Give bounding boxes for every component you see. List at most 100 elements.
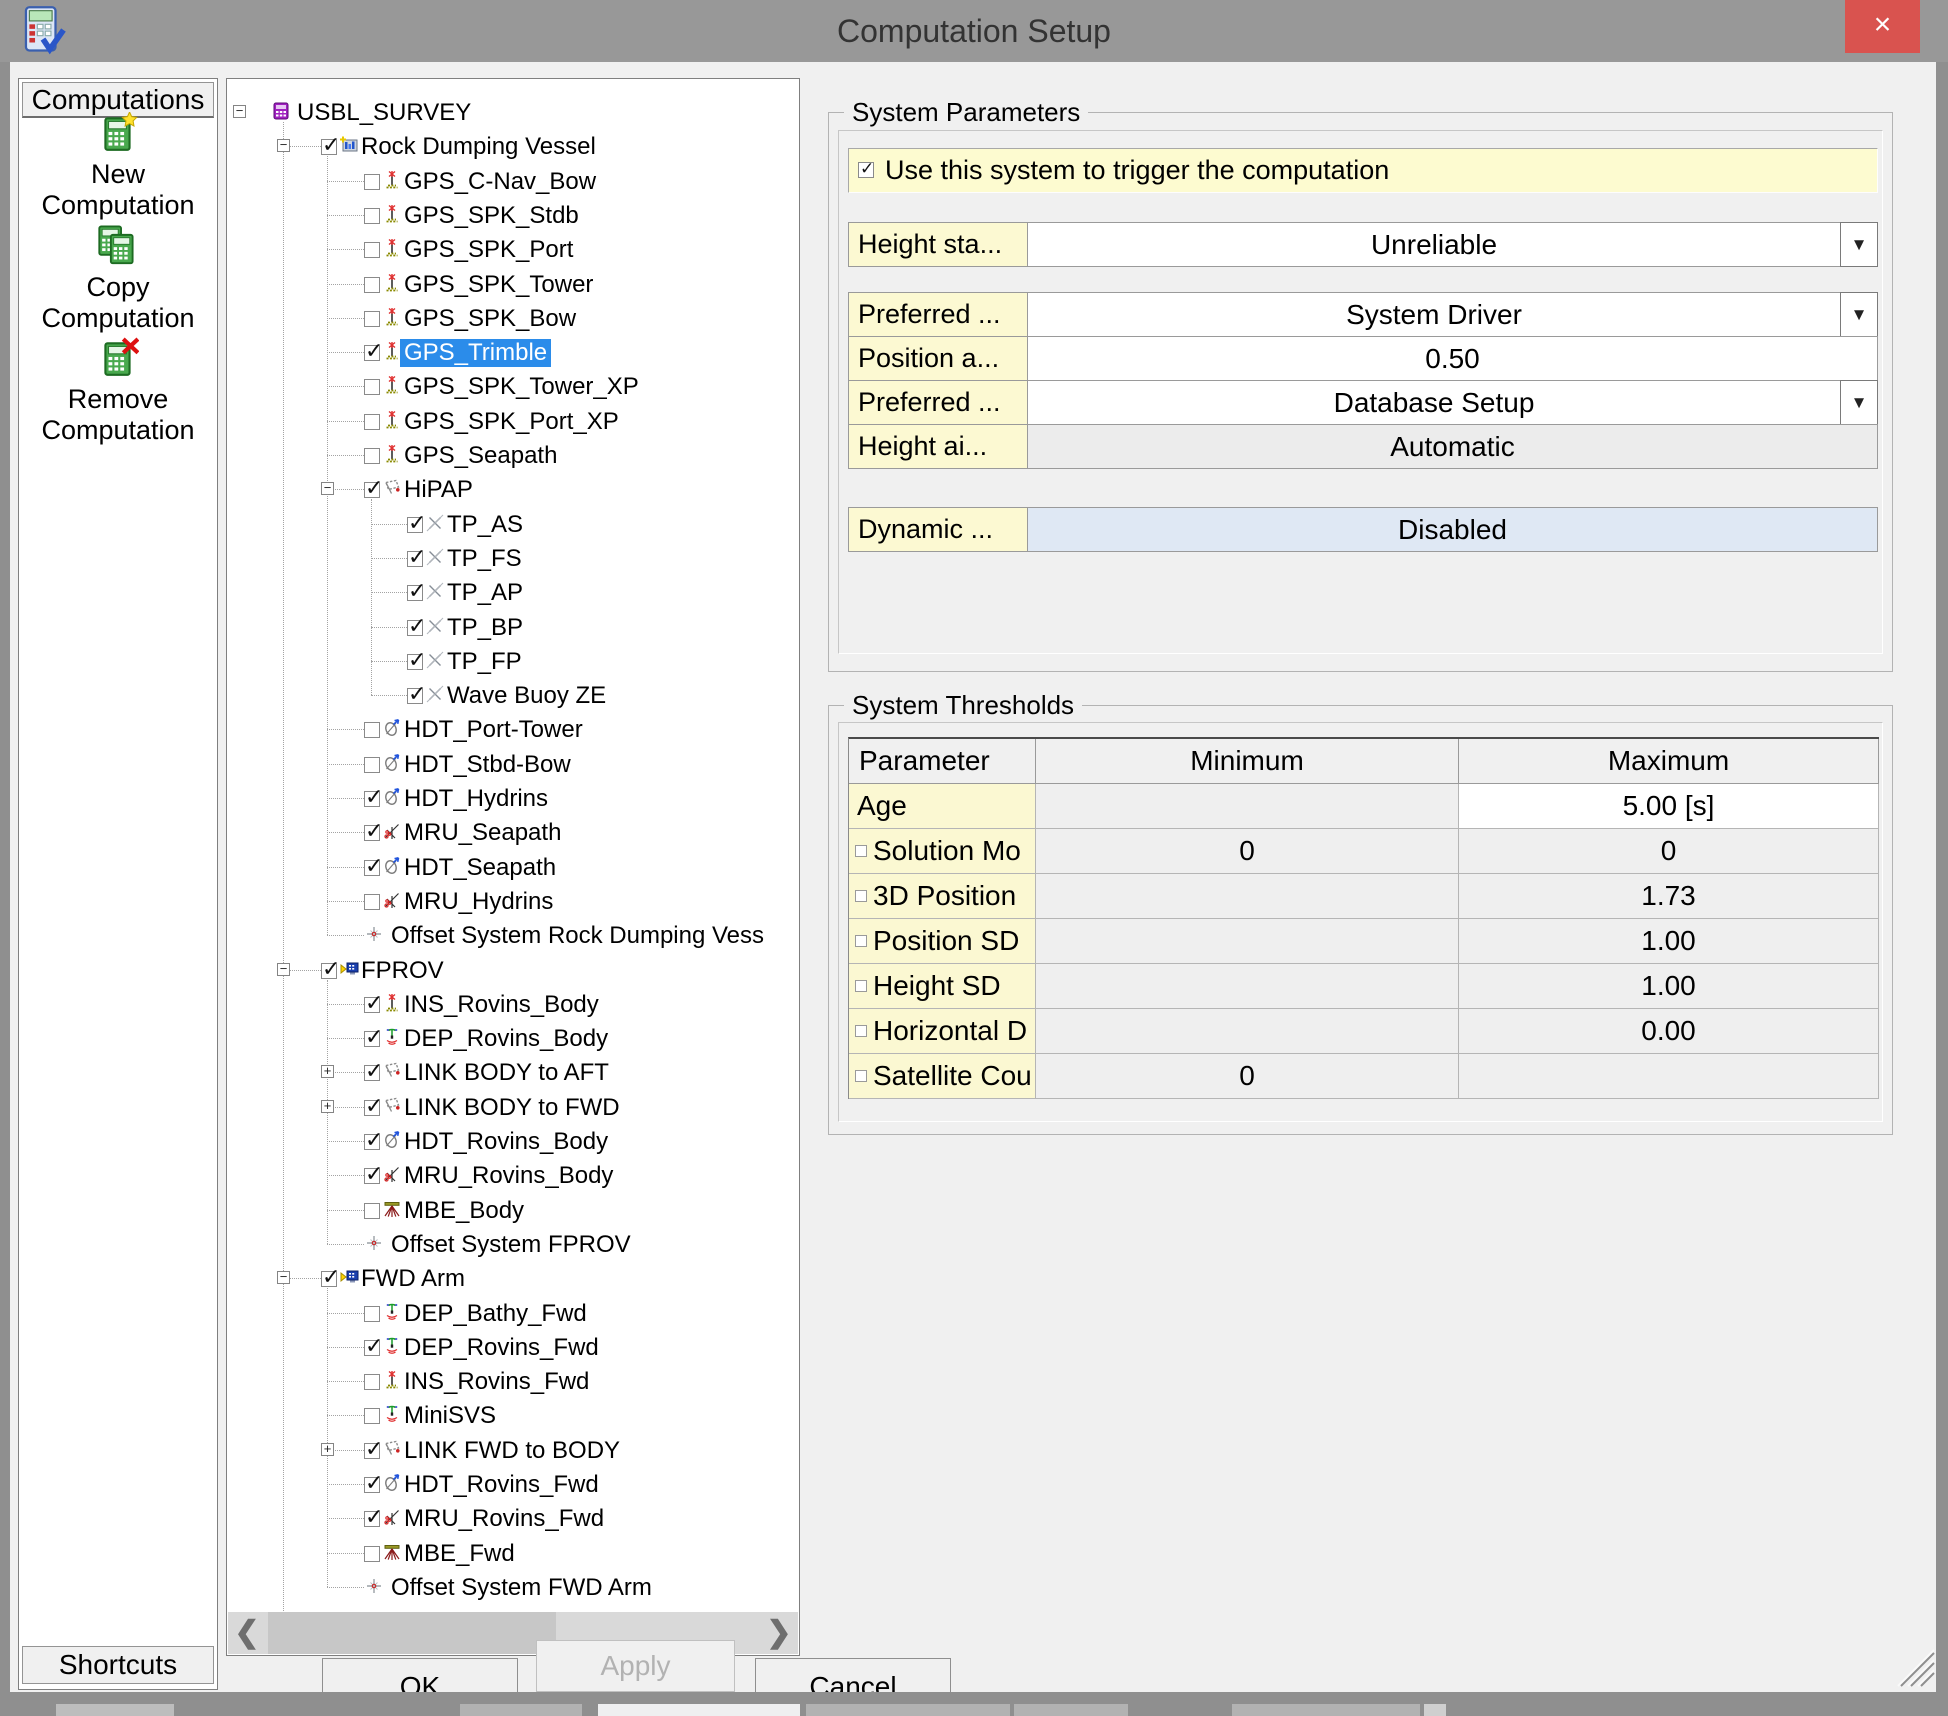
tree-item-label[interactable]: TP_FP (447, 648, 522, 676)
tree-item-checkbox[interactable] (321, 1271, 337, 1287)
tree-item-label[interactable]: LINK BODY to FWD (404, 1094, 620, 1122)
tree-item-label[interactable]: GPS_C-Nav_Bow (404, 168, 596, 196)
tree-item-checkbox[interactable] (364, 174, 380, 190)
tree-item-checkbox[interactable] (407, 585, 423, 601)
threshold-maximum-cell[interactable]: 5.00 [s] (1459, 784, 1879, 829)
tree-item-label[interactable]: HDT_Rovins_Fwd (404, 1471, 599, 1499)
tree-item-checkbox[interactable] (364, 345, 380, 361)
collapse-icon[interactable]: − (321, 482, 334, 495)
tree-item-checkbox[interactable] (364, 825, 380, 841)
tree-item-label[interactable]: DEP_Rovins_Fwd (404, 1334, 599, 1362)
sidebar-action-new-computation[interactable]: NewComputation (18, 112, 218, 221)
threshold-minimum-cell[interactable]: 0 (1036, 829, 1459, 874)
tree-item-label[interactable]: TP_FS (447, 545, 522, 573)
sidebar-action-copy-computation[interactable]: CopyComputation (18, 225, 218, 334)
collapse-icon[interactable]: − (277, 963, 290, 976)
threshold-checkbox[interactable] (855, 1025, 867, 1037)
tree-item-label[interactable]: MBE_Body (404, 1197, 524, 1225)
tree-item-label[interactable]: Rock Dumping Vessel (361, 133, 596, 161)
threshold-maximum-cell[interactable]: 1.00 (1459, 919, 1879, 964)
threshold-maximum-cell[interactable] (1459, 1054, 1879, 1099)
tree-item-label[interactable]: GPS_Seapath (404, 442, 557, 470)
tree-item-checkbox[interactable] (364, 482, 380, 498)
tree-item-checkbox[interactable] (407, 688, 423, 704)
tree-item-checkbox[interactable] (364, 1477, 380, 1493)
tree-item-label[interactable]: MBE_Fwd (404, 1540, 515, 1568)
threshold-checkbox[interactable] (855, 890, 867, 902)
tree-item-label[interactable]: GPS_SPK_Bow (404, 305, 576, 333)
tree-item-label[interactable]: MiniSVS (404, 1402, 496, 1430)
tree-item-label[interactable]: HDT_Stbd-Bow (404, 751, 571, 779)
tree-item-label[interactable]: GPS_SPK_Port_XP (404, 408, 619, 436)
threshold-checkbox[interactable] (855, 980, 867, 992)
expand-icon[interactable]: + (321, 1065, 334, 1078)
dropdown-arrow-icon[interactable]: ▼ (1840, 292, 1878, 337)
resize-grip-icon[interactable] (1892, 1644, 1936, 1693)
tree-item-label[interactable]: HiPAP (404, 476, 473, 504)
tree-item-label[interactable]: TP_AS (447, 511, 523, 539)
tree-item-checkbox[interactable] (364, 1340, 380, 1356)
tree-item-label[interactable]: GPS_SPK_Tower_XP (404, 373, 639, 401)
tree-item-label[interactable]: MRU_Hydrins (404, 888, 553, 916)
tree-item-label[interactable]: LINK FWD to BODY (404, 1437, 620, 1465)
tree-item-checkbox[interactable] (364, 379, 380, 395)
tree-item-label[interactable]: TP_BP (447, 614, 523, 642)
tree-item-checkbox[interactable] (407, 654, 423, 670)
tree-item-checkbox[interactable] (364, 1511, 380, 1527)
tree-item-checkbox[interactable] (321, 963, 337, 979)
tree-item-label[interactable]: HDT_Hydrins (404, 785, 548, 813)
tree-item-label[interactable]: Offset System Rock Dumping Vess (391, 922, 764, 950)
parameter-value[interactable]: Unreliable (1027, 222, 1841, 267)
tree-item-checkbox[interactable] (407, 620, 423, 636)
tree-item-checkbox[interactable] (364, 894, 380, 910)
threshold-maximum-cell[interactable]: 0.00 (1459, 1009, 1879, 1054)
threshold-checkbox[interactable] (855, 935, 867, 947)
tree-item-checkbox[interactable] (407, 551, 423, 567)
tree-item-label[interactable]: Offset System FWD Arm (391, 1574, 652, 1602)
tree-item-checkbox[interactable] (364, 997, 380, 1013)
threshold-minimum-cell[interactable] (1036, 874, 1459, 919)
apply-button[interactable]: Apply (536, 1640, 735, 1692)
threshold-minimum-cell[interactable] (1036, 1009, 1459, 1054)
expand-icon[interactable]: + (321, 1443, 334, 1456)
collapse-icon[interactable]: − (277, 1271, 290, 1284)
tree-item-checkbox[interactable] (364, 1168, 380, 1184)
threshold-checkbox[interactable] (855, 845, 867, 857)
collapse-icon[interactable]: − (277, 139, 290, 152)
threshold-minimum-cell[interactable]: 0 (1036, 1054, 1459, 1099)
tree-item-checkbox[interactable] (364, 1031, 380, 1047)
threshold-minimum-cell[interactable] (1036, 784, 1459, 829)
threshold-minimum-cell[interactable] (1036, 964, 1459, 1009)
parameter-value[interactable]: 0.50 (1027, 336, 1878, 381)
tree-item-label[interactable]: HDT_Rovins_Body (404, 1128, 608, 1156)
tree-item-checkbox[interactable] (364, 414, 380, 430)
close-button[interactable]: × (1845, 0, 1920, 53)
tree-item-label[interactable]: GPS_SPK_Port (404, 236, 573, 264)
dropdown-arrow-icon[interactable]: ▼ (1840, 222, 1878, 267)
tree-item-checkbox[interactable] (364, 1443, 380, 1459)
tree-item-label[interactable]: INS_Rovins_Body (404, 991, 599, 1019)
tree-item-checkbox[interactable] (364, 1408, 380, 1424)
threshold-minimum-cell[interactable] (1036, 919, 1459, 964)
tree-item-checkbox[interactable] (364, 311, 380, 327)
tree-item-label[interactable]: DEP_Bathy_Fwd (404, 1300, 587, 1328)
tree-item-label[interactable]: LINK BODY to AFT (404, 1059, 609, 1087)
tree-item-label[interactable]: USBL_SURVEY (297, 99, 471, 127)
tree-item-checkbox[interactable] (364, 1134, 380, 1150)
tree-item-checkbox[interactable] (407, 517, 423, 533)
tree-item-checkbox[interactable] (321, 139, 337, 155)
threshold-maximum-cell[interactable]: 1.00 (1459, 964, 1879, 1009)
threshold-maximum-cell[interactable]: 0 (1459, 829, 1879, 874)
tree-item-label[interactable]: GPS_SPK_Stdb (404, 202, 579, 230)
tree-item-label[interactable]: FWD Arm (361, 1265, 465, 1293)
tree-item-checkbox[interactable] (364, 208, 380, 224)
tree-item-label[interactable]: FPROV (361, 957, 444, 985)
tree-item-checkbox[interactable] (364, 1203, 380, 1219)
threshold-checkbox[interactable] (855, 1070, 867, 1082)
threshold-maximum-cell[interactable]: 1.73 (1459, 874, 1879, 919)
tree-item-label[interactable]: MRU_Rovins_Body (404, 1162, 613, 1190)
tree-item-checkbox[interactable] (364, 1546, 380, 1562)
tree-item-label[interactable]: Wave Buoy ZE (447, 682, 606, 710)
scrollbar-thumb[interactable] (268, 1612, 556, 1654)
tree-item-label[interactable]: HDT_Seapath (404, 854, 556, 882)
